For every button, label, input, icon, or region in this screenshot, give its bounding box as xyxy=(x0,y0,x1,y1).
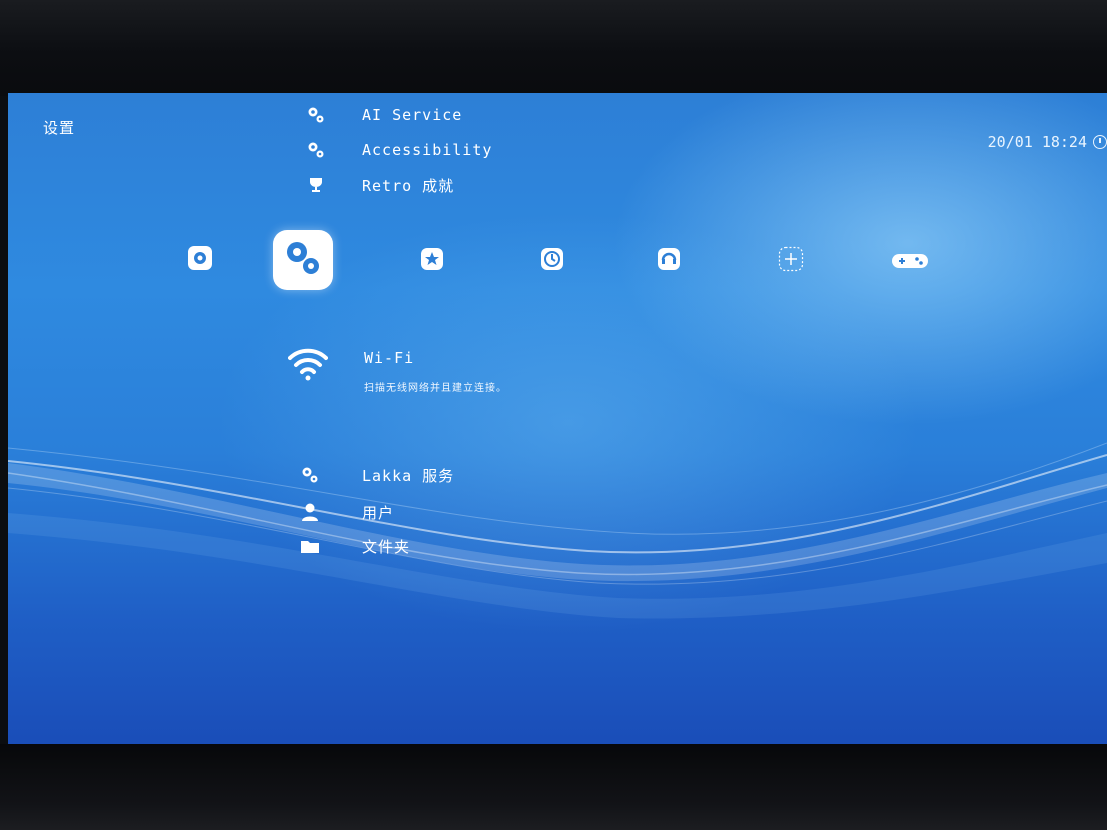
user-icon xyxy=(300,502,320,522)
menu-item-lakka-services[interactable]: Lakka 服务 xyxy=(300,465,453,485)
tab-history[interactable] xyxy=(539,248,565,274)
tab-explore[interactable] xyxy=(890,253,930,273)
clock-text: 20/01 18:24 xyxy=(987,133,1087,151)
gears-icon xyxy=(306,140,326,160)
page-title: 设置 xyxy=(43,119,76,137)
background-wave xyxy=(8,442,1107,619)
tab-import-content[interactable] xyxy=(778,246,804,276)
menu-item-label: Retro 成就 xyxy=(362,176,455,195)
menu-item-folder[interactable]: 文件夹 xyxy=(300,536,409,556)
star-icon xyxy=(420,247,444,275)
menu-item-ai-service[interactable]: AI Service xyxy=(306,105,461,125)
tab-favorites[interactable] xyxy=(419,248,445,274)
monitor-bezel-top xyxy=(0,0,1107,96)
clock: 20/01 18:24 xyxy=(988,133,1107,151)
gears-icon xyxy=(300,465,320,485)
trophy-icon xyxy=(306,175,326,195)
wifi-icon xyxy=(288,346,328,386)
plus-icon xyxy=(778,246,804,276)
menu-item-label: Wi-Fi xyxy=(364,349,415,367)
menu-item-label: 用户 xyxy=(362,503,395,522)
menu-item-accessibility[interactable]: Accessibility xyxy=(306,140,491,160)
tab-main-menu[interactable] xyxy=(186,246,214,274)
clock-icon xyxy=(1093,135,1107,149)
gamepad-icon xyxy=(891,253,929,273)
clock-icon xyxy=(540,247,564,275)
menu-item-retro-achievements[interactable]: Retro 成就 xyxy=(306,175,453,195)
folder-icon xyxy=(300,536,320,556)
menu-item-label: Accessibility xyxy=(362,141,493,159)
retroarch-icon xyxy=(187,245,213,275)
menu-item-user[interactable]: 用户 xyxy=(300,502,393,522)
menu-item-label: AI Service xyxy=(362,106,463,124)
menu-item-label: 文件夹 xyxy=(362,537,411,556)
lakka-screen: 设置 20/01 18:24 AI Service Accessibility … xyxy=(8,93,1107,747)
gears-icon xyxy=(306,105,326,125)
menu-item-label: Lakka 服务 xyxy=(362,466,455,485)
netplay-icon xyxy=(657,247,681,275)
monitor-bezel-bottom xyxy=(0,744,1107,830)
tab-netplay[interactable] xyxy=(656,248,682,274)
tab-settings[interactable] xyxy=(273,230,333,290)
gears-icon xyxy=(282,237,324,283)
menu-item-sublabel: 扫描无线网络并且建立连接。 xyxy=(364,383,507,394)
